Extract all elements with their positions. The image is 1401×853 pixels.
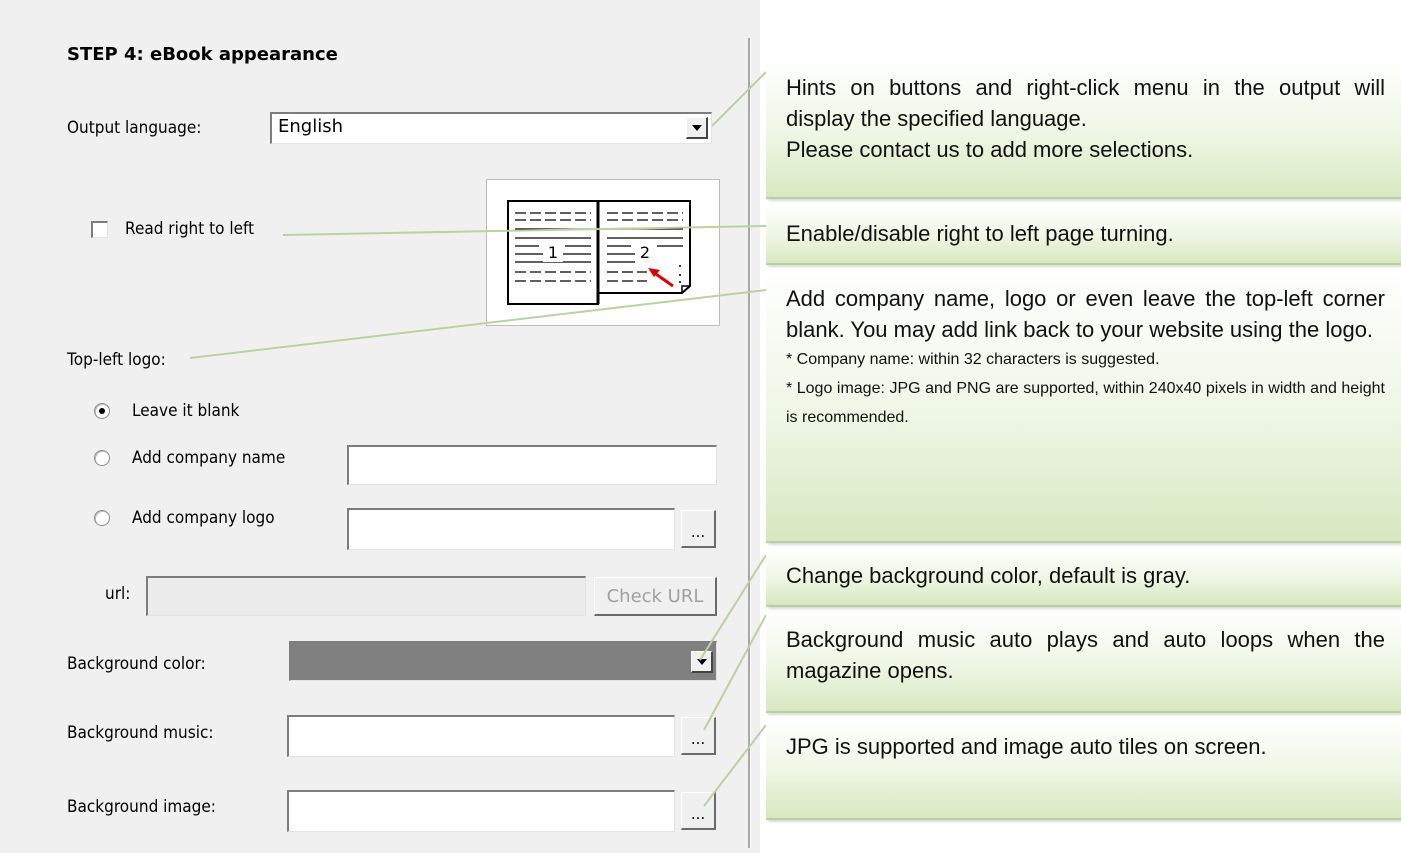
hint-read-right-to-left: Enable/disable right to left page turnin… [766,203,1401,265]
hint-background-color: Change background color, default is gray… [766,547,1401,607]
hint-bg-color-text: Change background color, default is gray… [786,563,1191,588]
hint-background-music: Background music auto plays and auto loo… [766,611,1401,713]
hint-logo-text: Add company name, logo or even leave the… [786,286,1385,342]
hint-background-image: JPG is supported and image auto tiles on… [766,717,1401,820]
hint-language-contact: Please contact us to add more selections… [786,137,1194,162]
hint-logo-image: * Logo image: JPG and PNG are supported,… [786,380,1385,426]
hint-output-language: Hints on buttons and right-click menu in… [766,58,1401,199]
hint-bg-music-text: Background music auto plays and auto loo… [786,627,1385,683]
hint-logo-company-name: * Company name: within 32 characters is … [786,351,1160,368]
hint-language-text: Hints on buttons and right-click menu in… [786,75,1385,131]
hint-rtl-text: Enable/disable right to left page turnin… [786,221,1174,246]
hint-top-left-logo: Add company name, logo or even leave the… [766,269,1401,543]
hint-bg-image-text: JPG is supported and image auto tiles on… [786,734,1267,759]
